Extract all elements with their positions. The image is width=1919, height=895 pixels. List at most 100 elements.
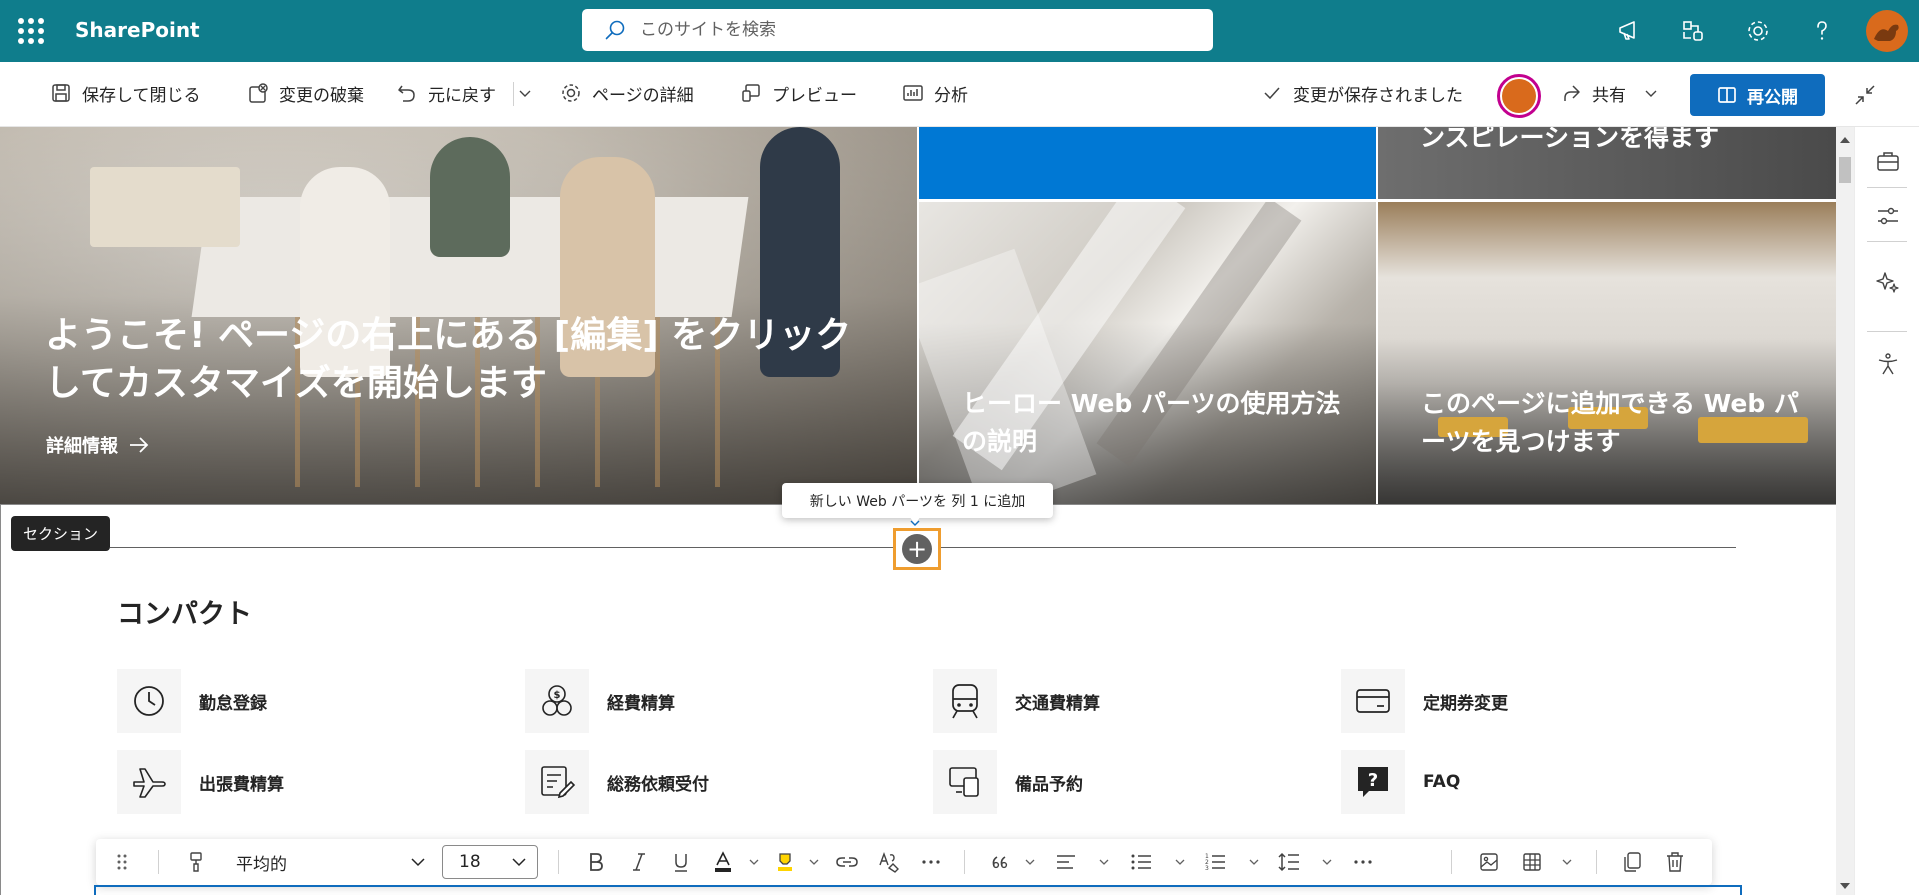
font-size-value: 18 bbox=[459, 852, 481, 872]
hero-main-title: ようこそ! ページの右上にある [編集] をクリックしてカスタマイズを開始します bbox=[45, 315, 852, 404]
save-close-button[interactable]: 保存して閉じる bbox=[50, 62, 201, 124]
quicklink-label: 勤怠登録 bbox=[199, 693, 267, 714]
preview-button[interactable]: プレビュー bbox=[740, 62, 857, 124]
scroll-up-icon[interactable] bbox=[1836, 133, 1854, 147]
arrow-right-icon bbox=[130, 437, 149, 453]
align-icon[interactable] bbox=[1053, 839, 1079, 885]
tooltip-arrow-icon bbox=[909, 516, 921, 526]
clear-format-icon[interactable] bbox=[877, 839, 901, 885]
accessibility-icon[interactable] bbox=[1873, 349, 1903, 379]
text-style-select[interactable]: 平均的 bbox=[236, 839, 426, 885]
scroll-down-icon[interactable] bbox=[1836, 879, 1854, 893]
chevron-down-icon[interactable] bbox=[1096, 839, 1112, 885]
airplane-icon bbox=[133, 768, 166, 798]
share-site-icon[interactable] bbox=[1676, 14, 1710, 48]
search-box[interactable] bbox=[582, 9, 1213, 51]
bold-icon[interactable] bbox=[584, 839, 608, 885]
more-icon[interactable] bbox=[919, 839, 943, 885]
hero-learn-more-link[interactable]: 詳細情報 bbox=[46, 432, 150, 458]
waffle-icon[interactable] bbox=[18, 18, 44, 44]
scrollbar-thumb[interactable] bbox=[1839, 157, 1851, 183]
drag-handle-icon[interactable] bbox=[110, 839, 134, 885]
analytics-button[interactable]: 分析 bbox=[902, 62, 968, 124]
section-label[interactable]: セクション bbox=[11, 516, 111, 551]
text-style-value: 平均的 bbox=[236, 854, 287, 875]
insert-image-icon[interactable] bbox=[1477, 839, 1501, 885]
more-icon[interactable] bbox=[1351, 839, 1375, 885]
line-spacing-icon[interactable] bbox=[1276, 839, 1302, 885]
devices-icon bbox=[949, 767, 979, 797]
chevron-down-icon[interactable] bbox=[1559, 839, 1575, 885]
gear-icon bbox=[562, 84, 580, 102]
search-icon bbox=[605, 20, 625, 40]
undo-button[interactable]: 元に戻す bbox=[396, 62, 496, 124]
toolbox-icon[interactable] bbox=[1873, 146, 1903, 176]
font-color-icon[interactable] bbox=[711, 839, 735, 885]
quicklink-faq[interactable]: ? FAQ bbox=[1341, 750, 1460, 814]
chevron-down-icon[interactable] bbox=[806, 839, 822, 885]
chevron-down-icon[interactable] bbox=[1022, 839, 1038, 885]
svg-text:?: ? bbox=[1368, 770, 1378, 791]
right-rail bbox=[1854, 127, 1919, 895]
quicklinks-title: コンパクト bbox=[117, 599, 252, 630]
chevron-down-icon bbox=[411, 858, 425, 867]
train-icon bbox=[952, 684, 978, 719]
command-bar: 保存して閉じる 変更の破棄 元に戻す ページの詳細 プレビュー 分析 変更が保存… bbox=[0, 62, 1919, 127]
page-details-button[interactable]: ページの詳細 bbox=[560, 62, 694, 124]
properties-icon[interactable] bbox=[1873, 201, 1903, 231]
quicklink-label: 出張費精算 bbox=[199, 774, 284, 795]
search-input[interactable] bbox=[640, 20, 1200, 40]
quicklink-transport[interactable]: 交通費精算 bbox=[933, 669, 1100, 733]
copy-icon[interactable] bbox=[1620, 839, 1644, 885]
table-icon[interactable] bbox=[1520, 839, 1544, 885]
delete-icon[interactable] bbox=[1663, 839, 1687, 885]
underline-icon[interactable] bbox=[669, 839, 693, 885]
quote-icon[interactable] bbox=[989, 839, 1013, 885]
add-webpart-button[interactable]: + bbox=[893, 528, 941, 570]
svg-text:$: $ bbox=[554, 690, 561, 701]
quicklink-label: FAQ bbox=[1423, 772, 1461, 792]
hero-tile2-caption: ヒーロー Web パーツの使用方法の説明 bbox=[962, 389, 1341, 456]
chevron-down-icon[interactable] bbox=[1246, 839, 1262, 885]
font-size-select[interactable]: 18 bbox=[442, 845, 538, 879]
highlight-icon[interactable] bbox=[773, 839, 797, 885]
clock-icon bbox=[134, 686, 164, 716]
save-status: 変更が保存されました bbox=[1263, 62, 1463, 124]
republish-button[interactable]: 再公開 bbox=[1690, 74, 1825, 116]
quicklink-attendance[interactable]: 勤怠登録 bbox=[117, 669, 267, 733]
hero-webpart: ようこそ! ページの右上にある [編集] をクリックしてカスタマイズを開始します… bbox=[0, 127, 1836, 504]
quicklink-label: 定期券変更 bbox=[1423, 693, 1508, 714]
chevron-down-icon[interactable] bbox=[1319, 839, 1335, 885]
quicklink-commuter-pass[interactable]: 定期券変更 bbox=[1341, 669, 1508, 733]
format-toolbar: 平均的 18 123 bbox=[96, 839, 1712, 885]
chevron-down-icon[interactable] bbox=[746, 839, 762, 885]
format-painter-icon[interactable] bbox=[184, 839, 208, 885]
numbered-list-icon[interactable]: 123 bbox=[1202, 839, 1228, 885]
hero-link-label: 詳細情報 bbox=[46, 436, 118, 457]
page-scrollbar[interactable] bbox=[1836, 127, 1854, 895]
avatar[interactable] bbox=[1866, 10, 1908, 52]
collapse-icon[interactable] bbox=[1850, 80, 1880, 110]
settings-icon[interactable] bbox=[1741, 14, 1775, 48]
sparkle-icon[interactable] bbox=[1873, 267, 1903, 297]
bullet-list-icon[interactable] bbox=[1128, 839, 1154, 885]
app-title[interactable]: SharePoint bbox=[75, 18, 200, 42]
italic-icon[interactable] bbox=[627, 839, 651, 885]
chevron-down-icon[interactable] bbox=[1172, 839, 1188, 885]
quicklink-expense[interactable]: $ 経費精算 bbox=[525, 669, 675, 733]
page-details-label: ページの詳細 bbox=[592, 85, 694, 106]
share-button[interactable]: 共有 bbox=[1560, 62, 1658, 124]
quicklink-business-trip[interactable]: 出張費精算 bbox=[117, 750, 284, 814]
help-icon[interactable] bbox=[1805, 14, 1839, 48]
coauthor-avatar[interactable] bbox=[1497, 74, 1541, 118]
quicklink-general-affairs[interactable]: 総務依頼受付 bbox=[525, 750, 709, 814]
link-icon[interactable] bbox=[834, 839, 860, 885]
discard-button[interactable]: 変更の破棄 bbox=[247, 62, 364, 124]
selected-webpart-outline bbox=[94, 885, 1742, 895]
plus-icon: + bbox=[902, 534, 932, 564]
quicklink-equipment[interactable]: 備品予約 bbox=[933, 750, 1083, 814]
announcement-icon[interactable] bbox=[1612, 14, 1646, 48]
discard-label: 変更の破棄 bbox=[279, 85, 364, 106]
hero-blue-tile[interactable] bbox=[919, 127, 1376, 199]
undo-dropdown[interactable] bbox=[518, 62, 532, 124]
